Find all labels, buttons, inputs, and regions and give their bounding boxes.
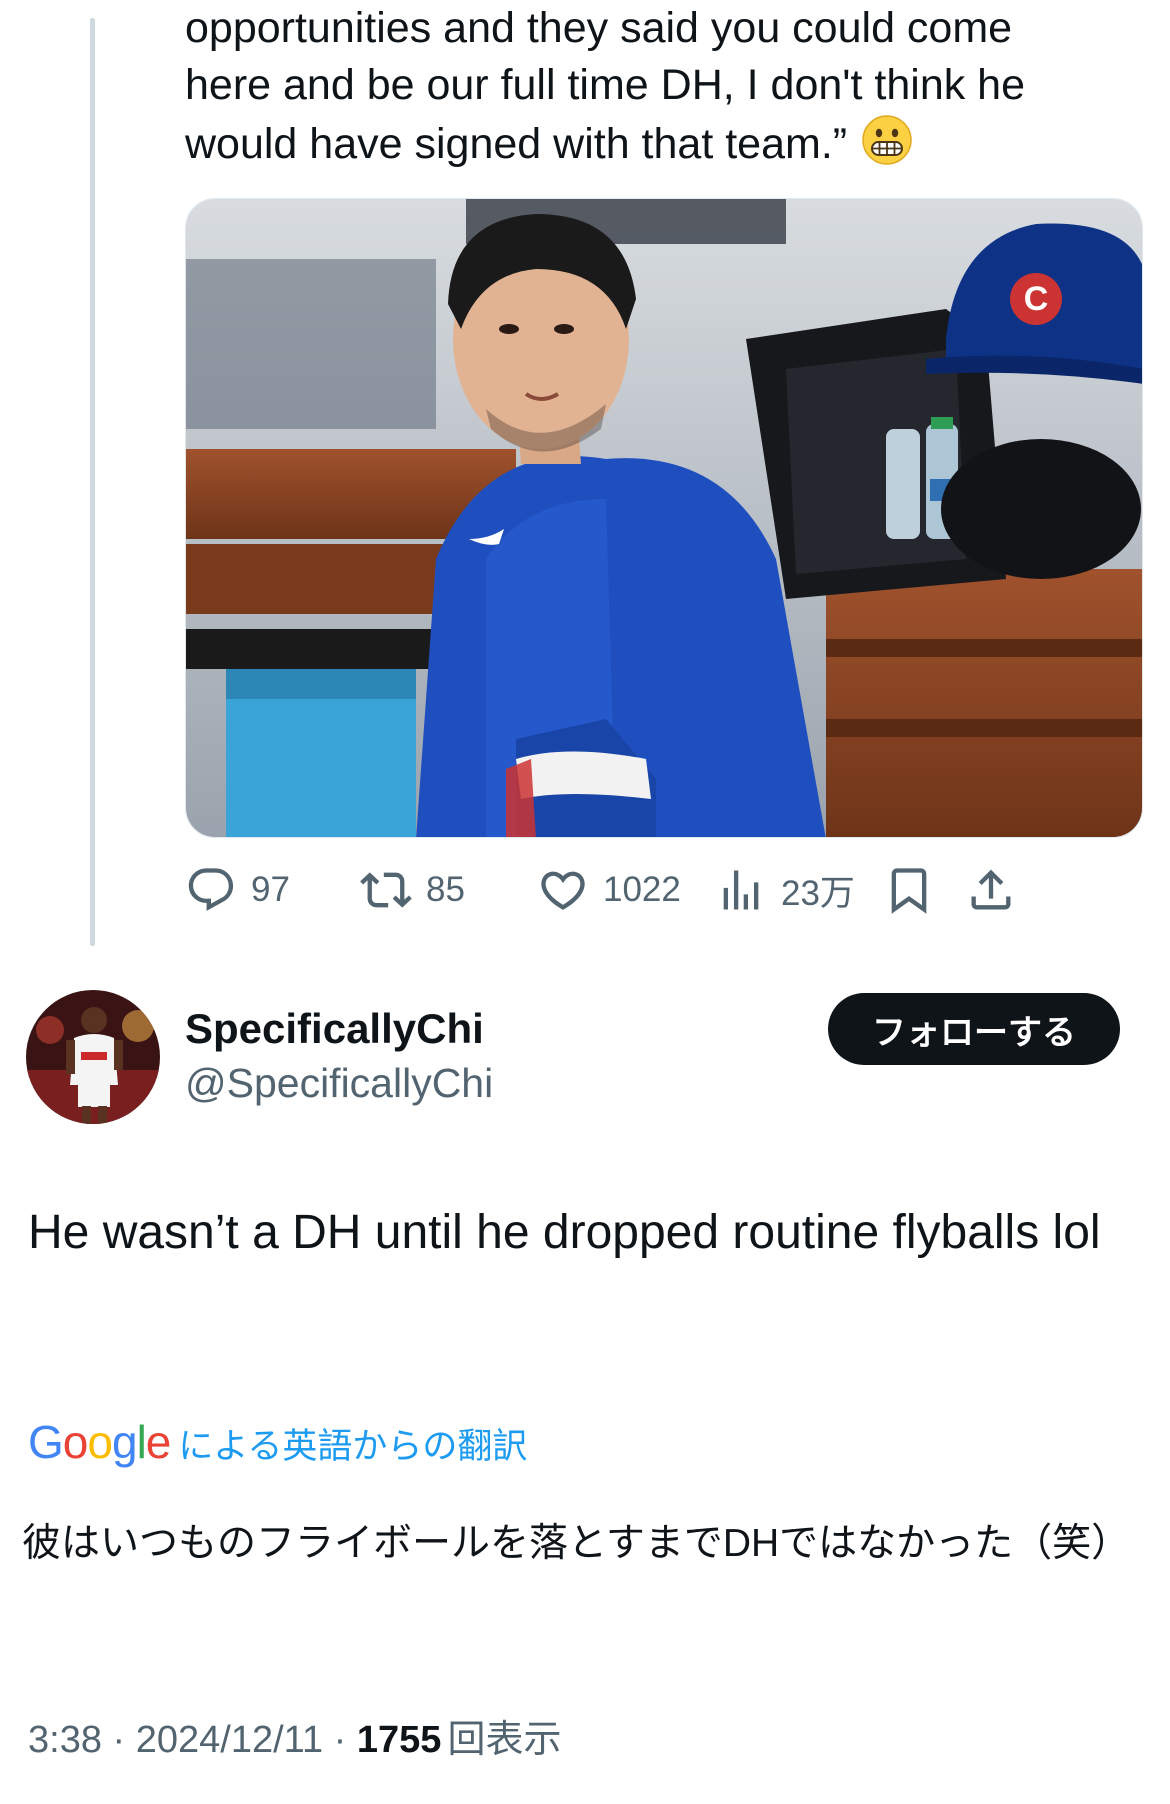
- tweet-view-label: 回表示: [447, 1719, 562, 1761]
- repost-count: 85: [426, 870, 465, 909]
- like-count: 1022: [603, 870, 681, 909]
- views-chart-icon: [723, 870, 759, 910]
- tweet-metadata: 3:38 · 2024/12/11 · 1755 回表示: [28, 1708, 561, 1763]
- tweet-date[interactable]: 2024/12/11: [136, 1719, 323, 1762]
- meta-separator: ·: [323, 1719, 357, 1761]
- bookmark-action[interactable]: [883, 860, 935, 920]
- parent-tweet-text-line-content: would have signed with that team.”: [185, 120, 848, 168]
- share-icon: [971, 869, 1011, 910]
- repost-icon: [360, 872, 412, 908]
- parent-tweet-text-line: opportunities and they said you could co…: [185, 4, 1013, 52]
- translated-tweet-text: 彼はいつものフライボールを落とすまでDHではなかった（笑）: [22, 1522, 1131, 1565]
- tweet-action-bar: 97 85 1022 23万: [185, 860, 1143, 920]
- parent-tweet-text-line: would have signed with that team.”: [185, 114, 1145, 173]
- meta-separator: ·: [101, 1719, 136, 1761]
- views-action[interactable]: 23万: [715, 860, 855, 920]
- tweet-text: He wasn’t a DH until he dropped routine …: [28, 1206, 1101, 1259]
- basketball-player-avatar-image: [26, 990, 160, 1124]
- avatar[interactable]: [26, 990, 160, 1124]
- share-action[interactable]: [965, 860, 1017, 920]
- translation-attribution[interactable]: Google による英語からの翻訳: [28, 1415, 527, 1469]
- repost-action[interactable]: 85: [360, 860, 465, 920]
- grimacing-face-icon: [862, 115, 912, 165]
- baseball-player-dugout-photo: C: [186, 199, 1142, 837]
- bookmark-icon: [891, 868, 927, 914]
- reply-action[interactable]: 97: [185, 860, 290, 920]
- display-name[interactable]: SpecificallyChi: [185, 1005, 484, 1053]
- translation-label: による英語からの翻訳: [178, 1427, 528, 1466]
- google-logo: Google: [28, 1416, 171, 1468]
- tweet-view-count: 1755: [356, 1719, 442, 1761]
- like-action[interactable]: 1022: [537, 860, 681, 920]
- tweet-detail-page: opportunities and they said you could co…: [0, 0, 1170, 1804]
- user-handle[interactable]: @SpecificallyChi: [185, 1060, 493, 1107]
- cap-logo-letter: C: [1024, 280, 1049, 318]
- views-count: 23万: [781, 873, 855, 913]
- follow-button[interactable]: フォローする: [828, 993, 1120, 1065]
- heart-icon: [541, 871, 585, 910]
- tweet-photo[interactable]: C: [185, 198, 1143, 838]
- reply-icon: [188, 868, 234, 911]
- parent-tweet-text: opportunities and they said you could co…: [185, 0, 1145, 173]
- thread-connector-line: [90, 18, 95, 946]
- tweet-time[interactable]: 3:38: [28, 1719, 102, 1762]
- reply-count: 97: [251, 870, 290, 909]
- parent-tweet-text-line: here and be our full time DH, I don't th…: [185, 61, 1026, 109]
